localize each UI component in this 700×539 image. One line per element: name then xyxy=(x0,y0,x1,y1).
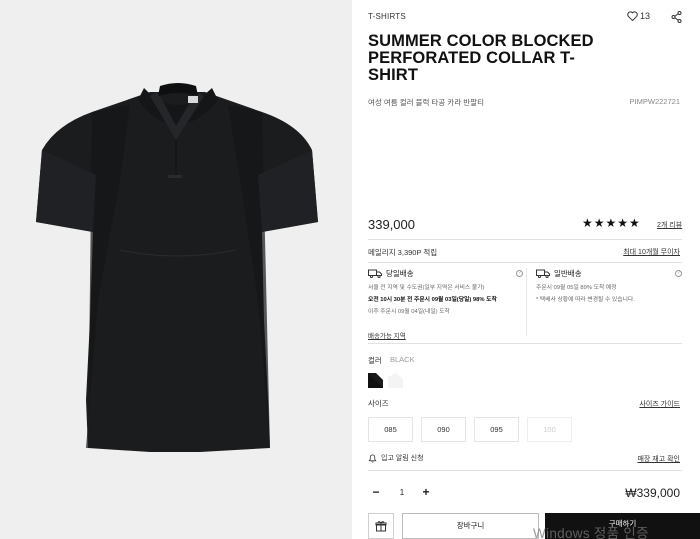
like-button[interactable]: 13 xyxy=(627,11,650,21)
divider xyxy=(368,262,682,263)
share-button[interactable] xyxy=(671,10,682,28)
product-subtitle: 여성 여름 컬러 블럭 타공 카라 반팔티 xyxy=(368,98,485,107)
sameday-shipping: 당일배송 ? 서울 전 지역 및 수도권(일부 지역은 서비스 불가) 오전 1… xyxy=(368,268,523,338)
quantity-value[interactable]: 1 xyxy=(397,488,407,497)
sameday-line-1: 서울 전 지역 및 수도권(일부 지역은 서비스 불가) xyxy=(368,285,485,291)
installment-link[interactable]: 최대 10개월 무이자 xyxy=(623,247,680,257)
product-info-panel: T-SHIRTS 13 SUMMER COLOR BLOCKED PERFORA… xyxy=(352,0,700,539)
normal-title: 일반배송 xyxy=(554,269,582,278)
restock-label: 입고 알림 신청 xyxy=(381,455,424,462)
heart-icon xyxy=(627,11,638,21)
help-icon[interactable]: ? xyxy=(516,270,523,277)
size-option-085[interactable]: 085 xyxy=(368,417,413,442)
normal-line-2: * 택배사 상황에 따라 변경될 수 있습니다. xyxy=(536,297,635,303)
sameday-title: 당일배송 xyxy=(386,269,414,278)
gift-button[interactable] xyxy=(368,513,394,539)
divider xyxy=(368,470,682,471)
windows-activation-watermark: Windows 정품 인증 xyxy=(533,526,649,539)
sameday-line-3: 이후 주문시 09월 04일(내일) 도착 xyxy=(368,309,450,315)
review-link[interactable]: 2개 리뷰 xyxy=(657,220,682,230)
product-title: SUMMER COLOR BLOCKED PERFORATED COLLAR T… xyxy=(368,32,594,84)
product-image xyxy=(0,0,352,539)
category-label[interactable]: T-SHIRTS xyxy=(368,12,406,21)
product-price: 339,000 xyxy=(368,217,415,232)
color-swatch-black[interactable] xyxy=(368,373,383,388)
normal-shipping: 일반배송 ? 주문시 09월 05일 89% 도착 예정 * 택배사 상황에 따… xyxy=(536,268,682,338)
bell-icon xyxy=(368,453,377,463)
color-swatch-white[interactable] xyxy=(388,373,403,388)
help-icon[interactable]: ? xyxy=(675,270,682,277)
add-to-cart-button[interactable]: 장바구니 xyxy=(402,513,539,539)
restock-alert-button[interactable]: 입고 알림 신청 xyxy=(368,453,424,463)
shipping-info: 당일배송 ? 서울 전 지역 및 수도권(일부 지역은 서비스 불가) 오전 1… xyxy=(368,268,682,344)
product-image-area[interactable] xyxy=(0,0,352,539)
shipping-area-link[interactable]: 배송가능 지역 xyxy=(368,330,406,340)
divider xyxy=(368,343,682,344)
mileage-info: 메일리지 3,390P 적립 xyxy=(368,248,438,257)
size-option-100[interactable]: 100 xyxy=(527,417,572,442)
total-price: ₩339,000 xyxy=(625,486,680,500)
size-option-095[interactable]: 095 xyxy=(474,417,519,442)
sameday-line-2: 오전 10시 30분 전 주문시 09월 03일(당일) 98% 도착 xyxy=(368,297,497,303)
like-count: 13 xyxy=(639,11,650,21)
quantity-decrease-button[interactable]: − xyxy=(370,485,382,499)
vertical-divider xyxy=(526,268,527,336)
size-option-090[interactable]: 090 xyxy=(421,417,466,442)
divider xyxy=(368,239,682,240)
color-value: BLACK xyxy=(390,355,415,364)
product-code: PIMPW222721 xyxy=(629,97,680,106)
truck-icon xyxy=(536,269,550,278)
quantity-increase-button[interactable]: + xyxy=(420,485,432,499)
gift-icon xyxy=(375,521,387,532)
color-label: 컬러 xyxy=(368,356,382,365)
normal-line-1: 주문시 09월 05일 89% 도착 예정 xyxy=(536,285,617,291)
share-icon xyxy=(671,11,682,23)
size-guide-link[interactable]: 사이즈 가이드 xyxy=(639,399,680,409)
store-stock-link[interactable]: 매장 재고 확인 xyxy=(637,454,680,464)
size-label: 사이즈 xyxy=(368,399,389,408)
rating-stars: ★★★★★ xyxy=(582,216,641,230)
truck-icon xyxy=(368,269,382,278)
